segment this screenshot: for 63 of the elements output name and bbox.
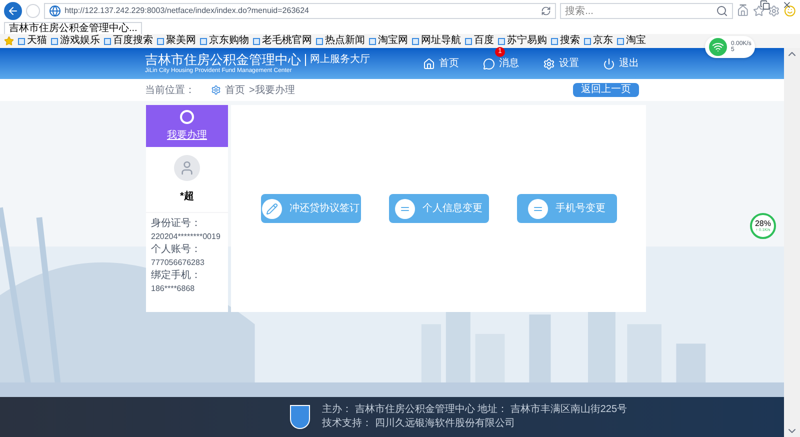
address-text: http://122.137.242.229:8003/netface/index/index.do?menuid=263624	[64, 5, 310, 17]
footer-support: 技术支持： 四川久远银海软件股份有限公司	[322, 417, 516, 431]
footer-sponsor: 主办： 吉林市住房公积金管理中心 地址： 吉林市丰满区南山街225号	[322, 403, 628, 417]
bookmark-link[interactable]: 淘宝网	[369, 36, 408, 46]
bookmark-link[interactable]: 天猫	[18, 36, 47, 46]
list-icon	[528, 198, 548, 218]
badge-icon	[180, 110, 194, 124]
search-icon[interactable]	[716, 5, 728, 17]
field-label: 身份证号：	[151, 217, 202, 230]
bookmark-link[interactable]: 淘宝	[617, 36, 646, 46]
site-title: 吉林市住房公积金管理中心	[145, 53, 301, 66]
breadcrumb-link[interactable]: 首页	[225, 82, 245, 98]
browser-tab[interactable]: 吉林市住房公积金管理中心...	[4, 22, 142, 34]
panel-title: 我要办理	[167, 128, 207, 142]
restore-icon[interactable]	[760, 0, 770, 10]
user-name: *超	[180, 190, 194, 204]
nav-link[interactable]: 首页	[423, 56, 459, 71]
nav-link[interactable]: 消息	[483, 56, 519, 71]
field-label: 绑定手机：	[151, 269, 202, 282]
close-icon[interactable]	[782, 0, 792, 10]
bookmark-link[interactable]: 百度	[465, 36, 494, 46]
bookmark-link[interactable]: 老毛桃官网	[253, 36, 312, 46]
field-value: 186****6868	[151, 283, 196, 295]
list-icon	[394, 198, 414, 218]
bookmark-link[interactable]: 百度搜索	[104, 36, 153, 46]
site-subtitle: 网上服务大厅	[310, 54, 370, 64]
favorites-star-icon[interactable]	[4, 36, 14, 46]
bookmark-link[interactable]: 京东	[584, 36, 613, 46]
avatar	[174, 155, 200, 181]
chat-bubble-icon	[483, 58, 495, 70]
bookmark-link[interactable]: 搜索	[551, 36, 580, 46]
search-field[interactable]: 搜索...	[560, 3, 733, 19]
power-icon	[603, 58, 615, 70]
bookmark-link[interactable]: 网址导航	[412, 36, 461, 46]
gauge-percent: 28%	[754, 220, 771, 228]
emblem-icon	[290, 405, 310, 429]
address-bar[interactable]: http://122.137.242.229:8003/netface/index/index.do?menuid=263624	[44, 3, 556, 19]
settings-icon	[543, 58, 555, 70]
field-value: 777056676283	[151, 257, 206, 269]
back-button[interactable]	[4, 2, 22, 20]
bookmark-link[interactable]: 热点新闻	[316, 36, 365, 46]
search-input[interactable]: 搜索...	[565, 4, 716, 18]
gear-icon	[211, 85, 221, 95]
arrow-left-icon	[6, 5, 19, 17]
back-page-button[interactable]: 返回上一页	[573, 83, 639, 97]
scrollbar[interactable]	[784, 48, 800, 437]
smiley-icon[interactable]	[784, 5, 796, 17]
site-icon	[48, 5, 61, 17]
tab-title: 吉林市住房公积金管理中心...	[9, 24, 138, 34]
home-icon	[423, 58, 435, 70]
field-label: 个人账号：	[151, 243, 202, 256]
pen-icon	[262, 198, 282, 218]
nav-link[interactable]: 退出	[603, 56, 639, 71]
field-value: 220204********0019	[151, 231, 222, 243]
breadcrumb-label: 当前位置：	[145, 84, 195, 98]
refresh-icon[interactable]	[541, 6, 552, 16]
bookmark-link[interactable]: 京东购物	[200, 36, 249, 46]
star-icon[interactable]	[752, 5, 764, 17]
nav-link[interactable]: 设置	[543, 56, 579, 71]
bookmark-link[interactable]: 苏宁易购	[498, 36, 547, 46]
bookmark-link[interactable]: 聚美网	[157, 36, 196, 46]
bookmark-link[interactable]: 游戏娱乐	[51, 36, 100, 46]
breadcrumb-current: >我要办理	[249, 84, 295, 98]
